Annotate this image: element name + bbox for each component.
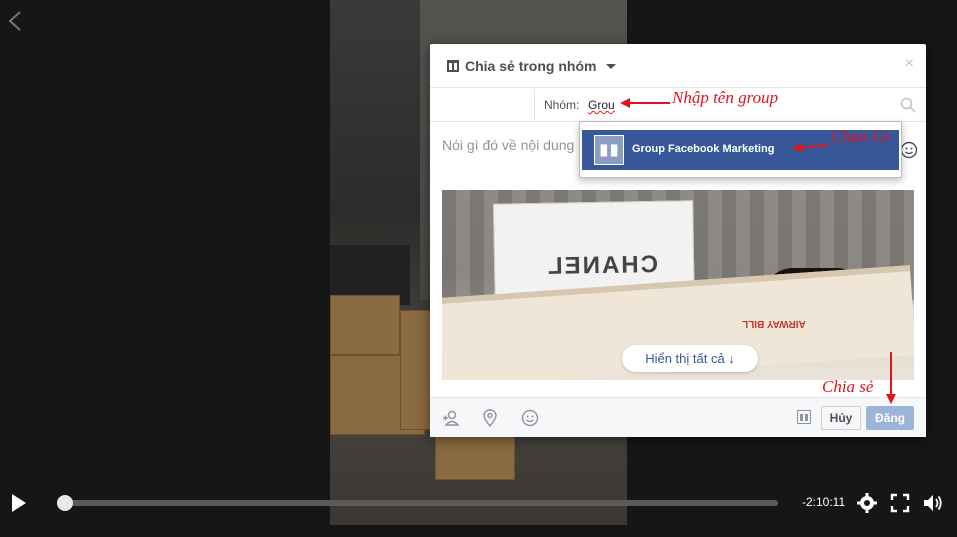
annotation-enter-group: Nhập tên group [672,88,779,107]
share-target-selector[interactable]: Chia sẻ trong nhóm [465,58,596,74]
preview-card-text: CHANEL [545,251,659,280]
annotation-choose-group: Chọn Gr [831,127,891,146]
play-icon[interactable] [12,494,26,512]
shared-video-preview: CHANEL AIRWAY BILL Hiển thị tất cả ↓ [442,190,914,380]
player-controls: -2:10:11 [0,480,957,526]
chevron-down-icon[interactable] [606,64,616,69]
volume-icon[interactable] [922,492,944,514]
group-avatar [594,135,624,165]
location-icon[interactable] [481,409,499,427]
group-label: Nhóm: [544,98,580,112]
video-player: Chia sẻ trong nhóm × Nhóm: Grou Nói gì đ… [0,0,957,537]
post-button[interactable]: Đăng [866,406,914,430]
seek-handle[interactable] [57,495,73,511]
group-row-spacer [430,89,535,122]
emoji-icon[interactable] [900,141,918,159]
group-input[interactable]: Grou [588,98,615,112]
time-remaining: -2:10:11 [802,495,846,509]
preview-bill-text: AIRWAY BILL [742,318,806,329]
group-suggestion-label: Group Facebook Marketing [632,143,775,155]
tag-friends-icon[interactable] [442,409,460,427]
show-all-button[interactable]: Hiển thị tất cả ↓ [622,345,758,372]
audience-icon[interactable] [797,410,811,424]
dialog-header: Chia sẻ trong nhóm × [430,44,926,88]
close-icon[interactable]: × [905,55,914,73]
video-box [330,295,400,355]
search-icon [900,97,916,113]
dialog-footer: Hủy Đăng [430,397,926,437]
seek-bar[interactable] [62,500,778,506]
group-icon [447,60,459,72]
settings-gear-icon[interactable] [856,492,878,514]
feeling-icon[interactable] [521,409,539,427]
back-arrow-icon[interactable] [6,10,24,32]
cancel-button[interactable]: Hủy [821,406,861,430]
fullscreen-icon[interactable] [889,492,911,514]
annotation-share: Chia sẻ [822,377,874,396]
compose-input[interactable]: Nói gì đó về nội dung [442,137,574,153]
